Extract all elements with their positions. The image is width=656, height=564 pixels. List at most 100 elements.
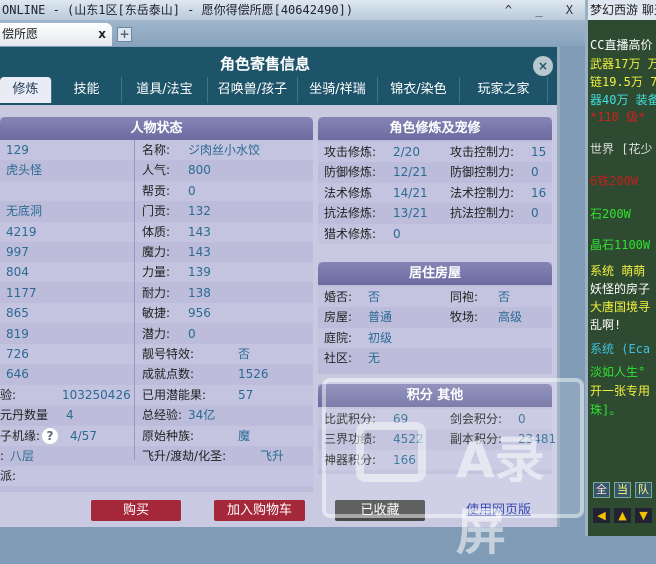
dialog-tabs: 修炼 技能 道具/法宝 召唤兽/孩子 坐骑/祥瑞 锦衣/染色 玩家之家 bbox=[0, 77, 557, 103]
tab-label: 偿所愿 bbox=[2, 27, 39, 41]
table-row: 婚否: 否 同袍: 否 bbox=[318, 287, 552, 307]
add-to-cart-button[interactable]: 加入购物车 bbox=[214, 500, 305, 521]
status-value: 无底洞 bbox=[6, 204, 43, 219]
status-value: 1526 bbox=[238, 367, 269, 382]
chat-line: *110 级* bbox=[590, 110, 646, 124]
chat-line: 系统 萌萌 bbox=[590, 264, 646, 278]
browser-tab[interactable]: 偿所愿 x bbox=[0, 23, 112, 46]
status-value: 143 bbox=[188, 224, 211, 239]
chat-line: 大唐国境寻 bbox=[590, 300, 651, 314]
status-label: 体质: bbox=[142, 224, 171, 239]
field-label: 攻击控制力: bbox=[450, 145, 515, 159]
status-label: 力量: bbox=[142, 265, 171, 280]
chat-line: 晶石1100W bbox=[590, 238, 651, 252]
screen-recorder-watermark: A录屏 bbox=[322, 378, 584, 561]
dialog-header: 角色寄售信息 × 修炼 技能 道具/法宝 召唤兽/孩子 坐骑/祥瑞 锦衣/染色 … bbox=[0, 47, 557, 105]
status-label: 敏捷: bbox=[142, 306, 171, 321]
table-row: 验: 103250426 已用潜能果: 57 bbox=[0, 384, 313, 405]
chat-line: 石200W bbox=[590, 207, 631, 221]
field-label: 法术控制力: bbox=[450, 185, 515, 200]
chat-line: 6铁200W bbox=[590, 174, 639, 188]
status-value: 129 bbox=[6, 143, 29, 157]
buy-button[interactable]: 购买 bbox=[91, 500, 181, 521]
chat-line: 世界 [花少 bbox=[590, 142, 653, 156]
chat-line: 妖怪的房子 bbox=[590, 282, 651, 296]
table-row: 997 魔力: 143 bbox=[0, 242, 313, 262]
chat-line: 开一张专用 bbox=[590, 384, 651, 398]
status-panel: 人物状态 129 名称: ジ肉丝小水饺 虎头怪 人气: 800 帮贡: 0 无底洞 门贡: 132 4… bbox=[0, 117, 313, 492]
table-row: 攻击修炼: 2/20 攻击控制力: 15 bbox=[318, 142, 552, 162]
status-value: 997 bbox=[6, 245, 29, 259]
status-value: 34亿 bbox=[188, 408, 216, 423]
table-row: 庭院: 初级 bbox=[318, 327, 552, 348]
field-value: 15 bbox=[531, 145, 547, 159]
status-label: 潜力: bbox=[142, 326, 171, 341]
status-label: 子机缘: bbox=[0, 428, 41, 443]
help-icon[interactable]: ? bbox=[42, 427, 58, 444]
field-value: 否 bbox=[498, 290, 511, 304]
status-value: 八层 bbox=[10, 449, 35, 463]
field-value: 无 bbox=[368, 351, 381, 366]
chat-line: 链19.5万 7 bbox=[590, 75, 656, 89]
chat-line: 淡如人生° bbox=[590, 365, 646, 379]
channel-team-button[interactable]: 队 bbox=[635, 482, 652, 498]
field-label: 社区: bbox=[324, 351, 353, 366]
field-label: 抗法修炼: bbox=[324, 206, 377, 221]
tab-skills[interactable]: 技能 bbox=[52, 77, 122, 103]
table-row: 抗法修炼: 13/21 抗法控制力: 0 bbox=[318, 203, 552, 223]
table-row: 法术修炼 14/21 法术控制力: 16 bbox=[318, 182, 552, 203]
tab-close-icon[interactable]: x bbox=[98, 23, 106, 46]
status-label: 耐力: bbox=[142, 285, 171, 300]
status-value: 飞升 bbox=[260, 449, 285, 463]
status-value: 虎头怪 bbox=[6, 163, 43, 178]
status-label: 验: bbox=[0, 387, 17, 402]
new-tab-button[interactable]: + bbox=[117, 27, 132, 42]
window-controls[interactable]: ^ _ X bbox=[505, 0, 581, 20]
field-label: 同袍: bbox=[450, 290, 479, 304]
field-label: 防御控制力: bbox=[450, 165, 515, 180]
field-value: 0 bbox=[393, 226, 401, 241]
tab-items[interactable]: 道具/法宝 bbox=[122, 77, 208, 103]
chat-line: 器40万 装备 bbox=[590, 93, 656, 107]
tab-home[interactable]: 玩家之家 bbox=[460, 77, 548, 103]
close-icon[interactable]: × bbox=[533, 56, 553, 76]
table-row: 防御修炼: 12/21 防御控制力: 0 bbox=[318, 162, 552, 182]
table-row: 帮贡: 0 bbox=[0, 180, 313, 201]
status-label: 派: bbox=[0, 469, 17, 484]
status-label: 门贡: bbox=[142, 204, 171, 219]
table-row: 1177 耐力: 138 bbox=[0, 283, 313, 303]
status-label: 原始种族: bbox=[142, 428, 195, 443]
chat-line: 武器17万 万 bbox=[590, 57, 656, 71]
arrow-up-icon[interactable]: ▲ bbox=[614, 508, 631, 523]
window-titlebar: ONLINE - (山东1区[东岳泰山] - 愿你得偿所愿[40642490])… bbox=[0, 0, 585, 20]
tab-cultivation[interactable]: 修炼 bbox=[0, 77, 52, 103]
channel-current-button[interactable]: 当 bbox=[614, 482, 631, 498]
status-value: 4219 bbox=[6, 224, 37, 239]
channel-all-button[interactable]: 全 bbox=[593, 482, 610, 498]
status-value: 1177 bbox=[6, 285, 37, 300]
status-value: 143 bbox=[188, 245, 211, 259]
status-value: ジ肉丝小水饺 bbox=[188, 143, 261, 157]
tab-mounts[interactable]: 坐骑/祥瑞 bbox=[298, 77, 378, 103]
status-value: 646 bbox=[6, 367, 29, 382]
field-label: 抗法控制力: bbox=[450, 206, 515, 221]
field-value: 初级 bbox=[368, 330, 393, 345]
arrow-down-icon[interactable]: ▼ bbox=[635, 508, 652, 523]
status-label: 已用潜能果: bbox=[142, 387, 207, 402]
field-label: 猎术修炼: bbox=[324, 226, 377, 241]
field-value: 高级 bbox=[498, 310, 523, 325]
tab-outfits[interactable]: 锦衣/染色 bbox=[378, 77, 460, 103]
arrow-left-icon[interactable]: ◀ bbox=[593, 508, 610, 523]
tab-pets[interactable]: 召唤兽/孩子 bbox=[208, 77, 298, 103]
status-label: 飞升/渡劫/化圣: bbox=[142, 449, 227, 463]
column-divider bbox=[134, 140, 135, 460]
table-row: 派: bbox=[0, 466, 313, 487]
table-row: 猎术修炼: 0 bbox=[318, 223, 552, 244]
chat-line: 乱啊! bbox=[590, 318, 622, 332]
browser-tab-bar: 偿所愿 x + bbox=[0, 20, 585, 46]
table-row: 819 潜力: 0 bbox=[0, 324, 313, 344]
camera-icon bbox=[356, 422, 426, 482]
status-value: 57 bbox=[238, 387, 254, 402]
status-value: 956 bbox=[188, 306, 211, 321]
status-label: 名称: bbox=[142, 143, 171, 157]
